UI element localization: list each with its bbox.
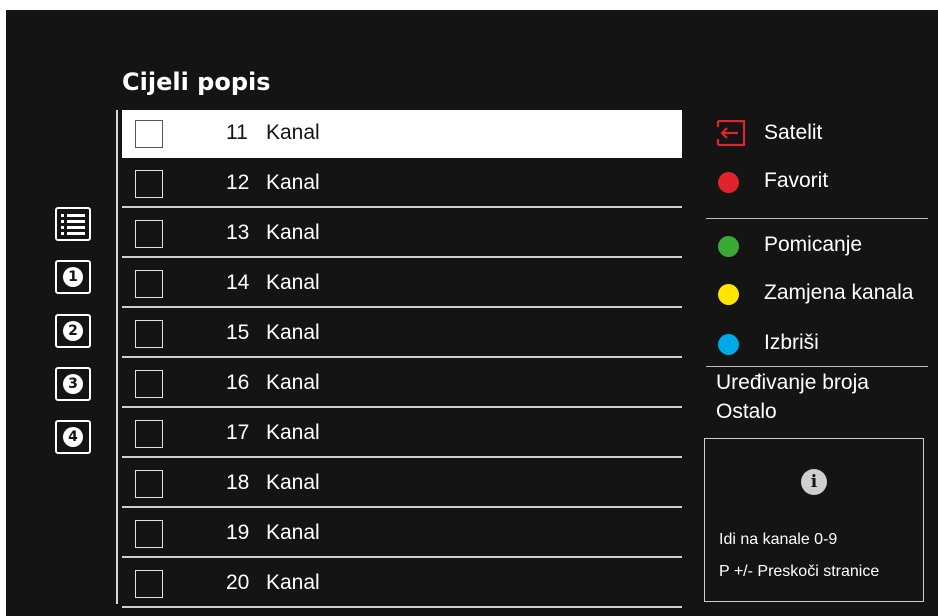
channel-row[interactable]: 14 Kanal xyxy=(122,260,682,308)
divider xyxy=(706,366,928,367)
legend-red[interactable]: Favorit xyxy=(706,160,928,200)
channel-name: Kanal xyxy=(266,421,320,444)
channel-number: 14 xyxy=(226,271,250,294)
filter-1-label: 1 xyxy=(63,267,83,287)
channel-checkbox[interactable] xyxy=(135,170,163,198)
filter-1-icon[interactable]: 1 xyxy=(55,260,91,294)
channel-number: 20 xyxy=(226,571,250,594)
yellow-button-icon xyxy=(718,284,739,305)
filter-3-label: 3 xyxy=(63,374,83,394)
channel-row[interactable]: 19 Kanal xyxy=(122,510,682,558)
green-button-icon xyxy=(718,236,739,257)
page-title: Cijeli popis xyxy=(122,68,271,96)
channel-row[interactable]: 17 Kanal xyxy=(122,410,682,458)
info-line-pages: P +/- Preskoči stranice xyxy=(719,563,880,580)
legend-source[interactable]: Satelit xyxy=(706,112,928,152)
tv-screen: Cijeli popis 1 2 3 4 11 Kanal 12 Kanal 1… xyxy=(6,10,938,616)
channel-name: Kanal xyxy=(266,221,320,244)
channel-checkbox[interactable] xyxy=(135,270,163,298)
other-option[interactable]: Ostalo xyxy=(716,397,869,426)
channel-checkbox[interactable] xyxy=(135,570,163,598)
channel-number: 19 xyxy=(226,521,250,544)
legend-yellow[interactable]: Zamjena kanala xyxy=(706,272,928,312)
legend-blue-label: Izbriši xyxy=(764,331,819,354)
filter-2-label: 2 xyxy=(63,321,83,341)
channel-row[interactable]: 18 Kanal xyxy=(122,460,682,508)
channel-checkbox[interactable] xyxy=(135,470,163,498)
legend-source-label: Satelit xyxy=(764,121,823,144)
channel-name: Kanal xyxy=(266,471,320,494)
channel-number: 15 xyxy=(226,321,250,344)
channel-number: 17 xyxy=(226,421,250,444)
divider xyxy=(116,110,118,604)
list-icon[interactable] xyxy=(55,207,91,241)
channel-number: 13 xyxy=(226,221,250,244)
info-icon: i xyxy=(801,469,827,495)
legend-green[interactable]: Pomicanje xyxy=(706,224,928,264)
filter-4-label: 4 xyxy=(63,427,83,447)
legend-yellow-label: Zamjena kanala xyxy=(764,281,914,304)
channel-number: 11 xyxy=(226,121,248,144)
channel-row[interactable]: 20 Kanal xyxy=(122,560,682,608)
channel-checkbox[interactable] xyxy=(135,370,163,398)
legend-green-label: Pomicanje xyxy=(764,233,863,256)
channel-number: 18 xyxy=(226,471,250,494)
channel-row[interactable]: 11 Kanal xyxy=(122,110,682,158)
filter-2-icon[interactable]: 2 xyxy=(55,314,91,348)
channel-checkbox[interactable] xyxy=(135,520,163,548)
filter-3-icon[interactable]: 3 xyxy=(55,367,91,401)
channel-number: 16 xyxy=(226,371,250,394)
blue-button-icon xyxy=(718,334,739,355)
info-box: i Idi na kanale 0-9 P +/- Preskoči stran… xyxy=(704,438,924,602)
filter-4-icon[interactable]: 4 xyxy=(55,420,91,454)
channel-checkbox[interactable] xyxy=(135,120,163,148)
edit-number-option[interactable]: Uređivanje broja xyxy=(716,368,869,397)
channel-checkbox[interactable] xyxy=(135,320,163,348)
divider xyxy=(706,218,928,219)
channel-row[interactable]: 13 Kanal xyxy=(122,210,682,258)
channel-name: Kanal xyxy=(266,571,320,594)
channel-number: 12 xyxy=(226,171,250,194)
channel-checkbox[interactable] xyxy=(135,220,163,248)
channel-name: Kanal xyxy=(266,521,320,544)
channel-name: Kanal xyxy=(266,321,320,344)
legend-blue[interactable]: Izbriši xyxy=(706,322,928,362)
channel-name: Kanal xyxy=(266,171,320,194)
source-input-icon xyxy=(712,119,746,152)
channel-name: Kanal xyxy=(266,371,320,394)
channel-row[interactable]: 16 Kanal xyxy=(122,360,682,408)
channel-checkbox[interactable] xyxy=(135,420,163,448)
red-button-icon xyxy=(718,172,739,193)
legend-red-label: Favorit xyxy=(764,169,829,192)
channel-row[interactable]: 15 Kanal xyxy=(122,310,682,358)
other-options[interactable]: Uređivanje broja Ostalo xyxy=(716,368,869,426)
channel-name: Kanal xyxy=(266,271,320,294)
channel-name: Kanal xyxy=(266,121,320,144)
channel-row[interactable]: 12 Kanal xyxy=(122,160,682,208)
info-line-digits: Idi na kanale 0-9 xyxy=(719,531,838,548)
